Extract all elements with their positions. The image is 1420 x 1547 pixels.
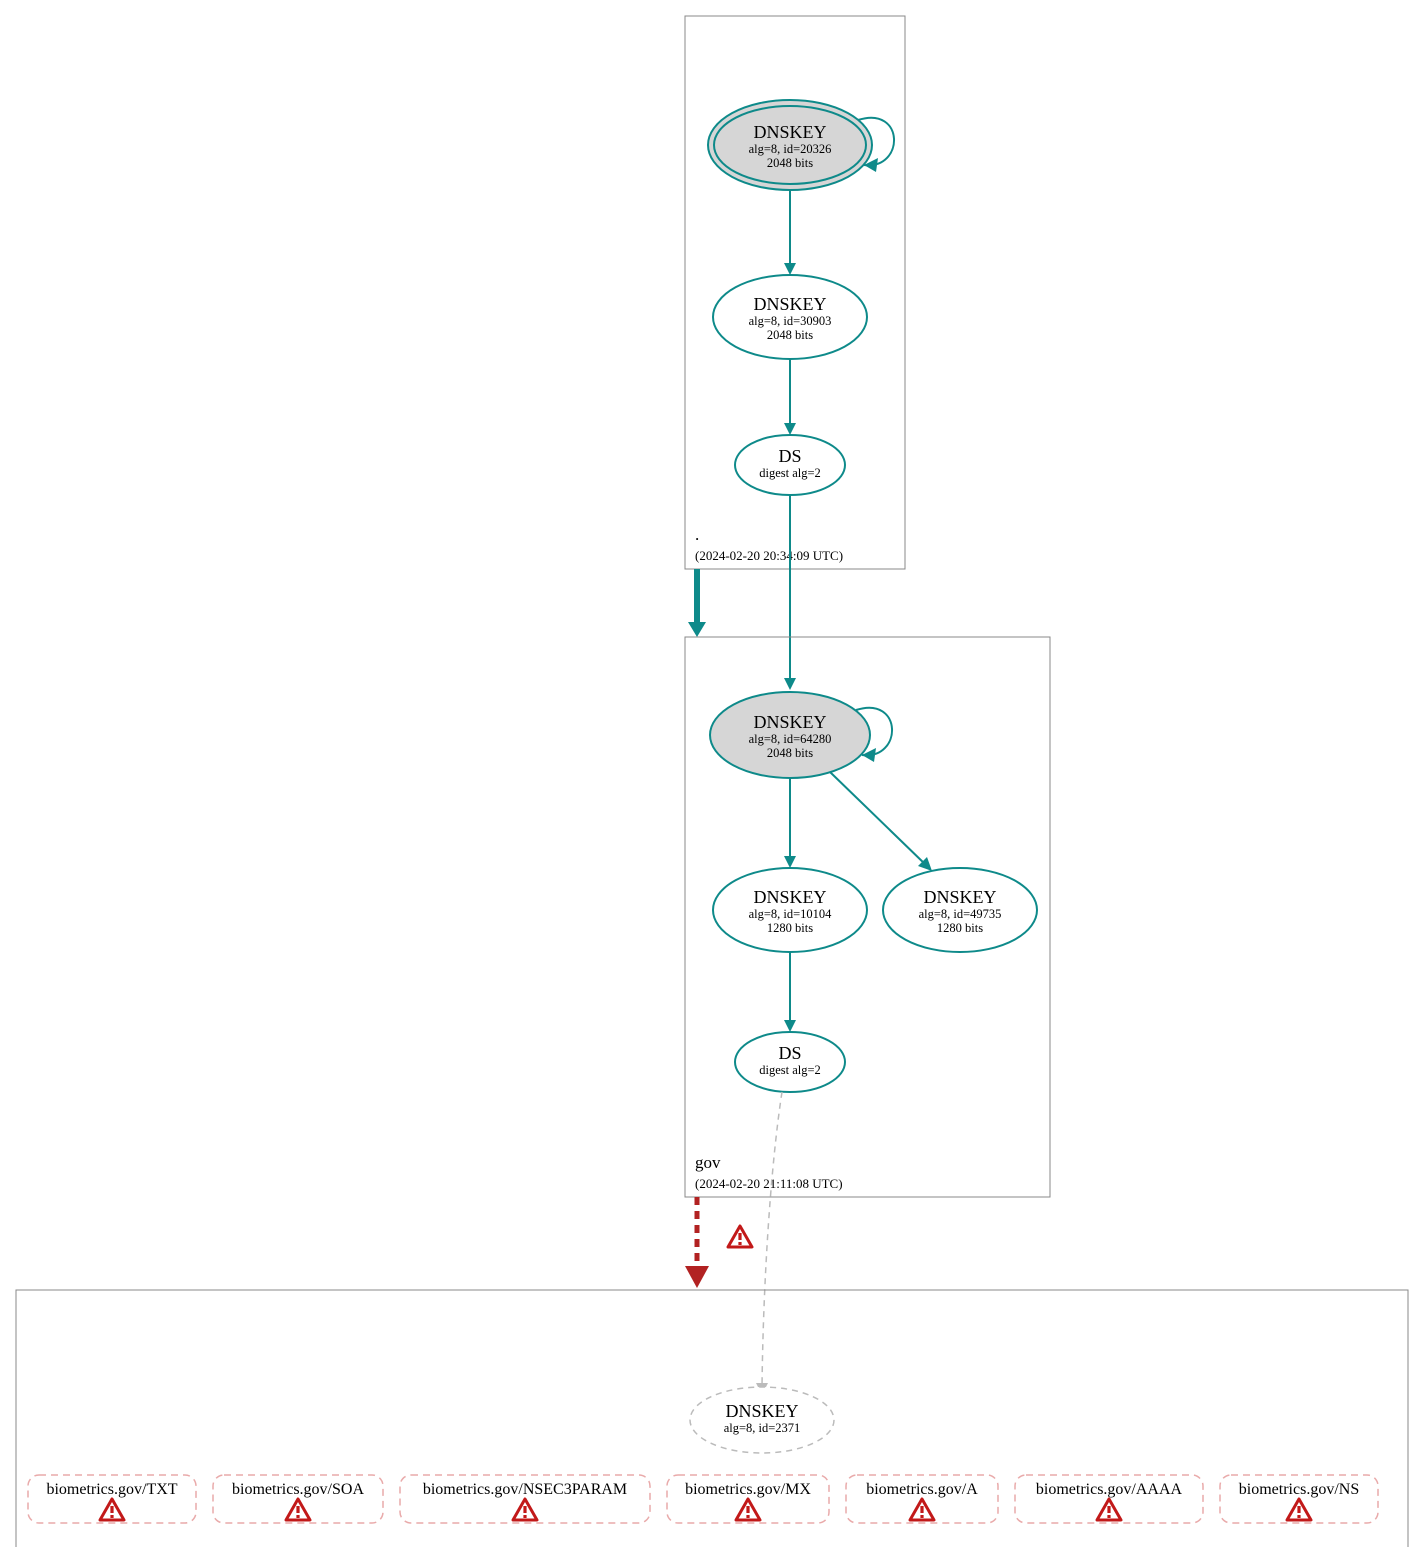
record-ns[interactable]: biometrics.gov/NS	[1220, 1475, 1378, 1523]
svg-text:biometrics.gov/NS: biometrics.gov/NS	[1239, 1481, 1359, 1498]
svg-text:alg=8, id=20326: alg=8, id=20326	[749, 142, 832, 156]
svg-text:DNSKEY: DNSKEY	[753, 294, 826, 314]
svg-text:DNSKEY: DNSKEY	[725, 1401, 798, 1421]
node-gov-ksk[interactable]: DNSKEY alg=8, id=64280 2048 bits	[710, 692, 870, 778]
edge-gov-ds-to-bio-dnskey	[762, 1092, 782, 1388]
node-gov-zsk1[interactable]: DNSKEY alg=8, id=10104 1280 bits	[713, 868, 867, 952]
svg-text:DNSKEY: DNSKEY	[923, 887, 996, 907]
record-aaaa[interactable]: biometrics.gov/AAAA	[1015, 1475, 1203, 1523]
svg-text:DNSKEY: DNSKEY	[753, 122, 826, 142]
svg-text:DS: DS	[778, 446, 801, 466]
svg-text:1280 bits: 1280 bits	[767, 921, 813, 935]
dnssec-diagram: . (2024-02-20 20:34:09 UTC) DNSKEY alg=8…	[0, 0, 1420, 1547]
svg-text:alg=8, id=30903: alg=8, id=30903	[749, 314, 832, 328]
zone-gov: gov (2024-02-20 21:11:08 UTC) DNSKEY alg…	[685, 637, 1050, 1197]
svg-text:alg=8, id=49735: alg=8, id=49735	[919, 907, 1002, 921]
node-biometrics-dnskey[interactable]: DNSKEY alg=8, id=2371	[690, 1387, 834, 1453]
warning-icon	[728, 1226, 752, 1247]
record-nsec3param[interactable]: biometrics.gov/NSEC3PARAM	[400, 1475, 650, 1523]
zone-gov-label: gov	[695, 1153, 721, 1172]
svg-text:digest alg=2: digest alg=2	[759, 1063, 821, 1077]
node-gov-ds[interactable]: DS digest alg=2	[735, 1032, 845, 1092]
edge-gov-ksk-zsk2	[830, 772, 927, 866]
record-soa[interactable]: biometrics.gov/SOA	[213, 1475, 383, 1523]
record-a[interactable]: biometrics.gov/A	[846, 1475, 998, 1523]
svg-text:2048 bits: 2048 bits	[767, 328, 813, 342]
svg-text:2048 bits: 2048 bits	[767, 156, 813, 170]
svg-text:2048 bits: 2048 bits	[767, 746, 813, 760]
zone-root-timestamp: (2024-02-20 20:34:09 UTC)	[695, 548, 843, 563]
zone-root: . (2024-02-20 20:34:09 UTC) DNSKEY alg=8…	[685, 16, 905, 569]
svg-text:DNSKEY: DNSKEY	[753, 887, 826, 907]
svg-text:biometrics.gov/A: biometrics.gov/A	[866, 1481, 978, 1498]
svg-text:alg=8, id=10104: alg=8, id=10104	[749, 907, 833, 921]
svg-text:alg=8, id=2371: alg=8, id=2371	[724, 1421, 801, 1435]
svg-text:biometrics.gov/TXT: biometrics.gov/TXT	[46, 1481, 177, 1498]
svg-text:1280 bits: 1280 bits	[937, 921, 983, 935]
svg-text:alg=8, id=64280: alg=8, id=64280	[749, 732, 832, 746]
svg-text:DNSKEY: DNSKEY	[753, 712, 826, 732]
svg-text:DS: DS	[778, 1043, 801, 1063]
svg-text:biometrics.gov/SOA: biometrics.gov/SOA	[232, 1481, 364, 1498]
svg-text:biometrics.gov/NSEC3PARAM: biometrics.gov/NSEC3PARAM	[423, 1481, 627, 1498]
zone-gov-timestamp: (2024-02-20 21:11:08 UTC)	[695, 1176, 843, 1191]
node-root-ds[interactable]: DS digest alg=2	[735, 435, 845, 495]
record-mx[interactable]: biometrics.gov/MX	[667, 1475, 829, 1523]
record-txt[interactable]: biometrics.gov/TXT	[28, 1475, 196, 1523]
node-root-zsk[interactable]: DNSKEY alg=8, id=30903 2048 bits	[713, 275, 867, 359]
node-root-ksk[interactable]: DNSKEY alg=8, id=20326 2048 bits	[708, 100, 872, 190]
zone-root-label: .	[695, 525, 699, 544]
zone-biometrics: biometrics.gov (2024-02-21 00:10:20 UTC)…	[16, 1290, 1408, 1547]
svg-text:biometrics.gov/AAAA: biometrics.gov/AAAA	[1036, 1481, 1183, 1498]
svg-text:biometrics.gov/MX: biometrics.gov/MX	[685, 1481, 811, 1498]
node-gov-zsk2[interactable]: DNSKEY alg=8, id=49735 1280 bits	[883, 868, 1037, 952]
svg-text:digest alg=2: digest alg=2	[759, 466, 821, 480]
